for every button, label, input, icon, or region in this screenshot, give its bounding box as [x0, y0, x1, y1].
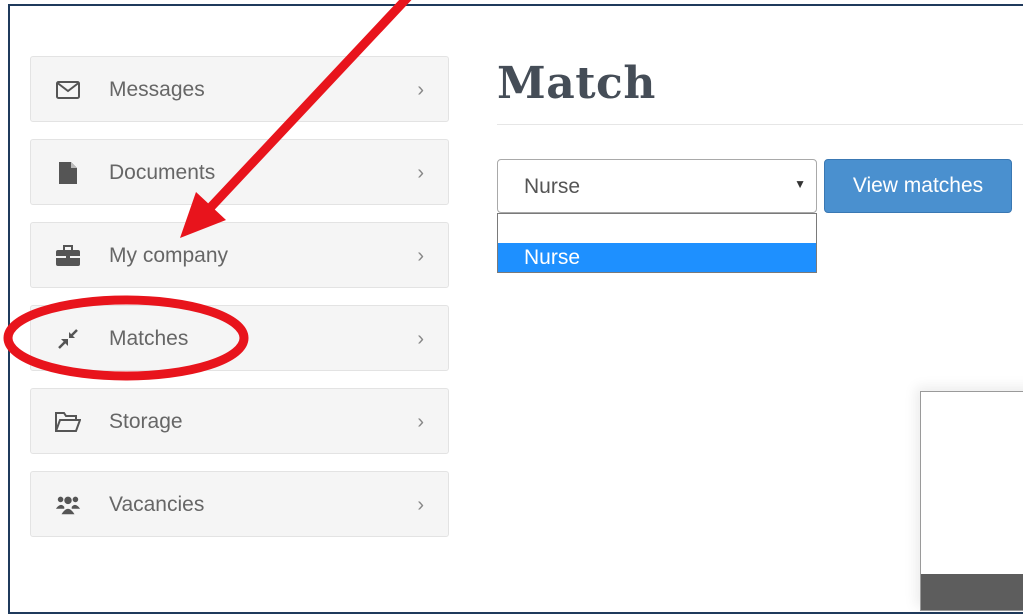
sidebar-item-messages[interactable]: Messages ›: [30, 56, 449, 122]
briefcase-icon: [55, 244, 81, 268]
sidebar-item-label: My company: [109, 244, 229, 267]
sidebar-item-label: Vacancies: [109, 493, 205, 516]
sidebar-menu: Messages › Documents › My company › Matc…: [30, 56, 449, 554]
folder-open-icon: [55, 410, 81, 434]
title-divider: [497, 124, 1023, 125]
dropdown-option-nurse[interactable]: Nurse: [498, 243, 816, 272]
document-icon: [55, 161, 81, 185]
popup-footer: [921, 574, 1023, 610]
chevron-right-icon: ›: [417, 411, 424, 433]
view-matches-button[interactable]: View matches: [824, 159, 1012, 213]
chevron-right-icon: ›: [417, 494, 424, 516]
vacancy-select-value: Nurse: [524, 175, 581, 198]
sidebar-item-label: Documents: [109, 161, 216, 184]
compress-arrows-icon: [55, 327, 81, 351]
sidebar-item-matches[interactable]: Matches ›: [30, 305, 449, 371]
chevron-right-icon: ›: [417, 328, 424, 350]
vacancy-select-dropdown: Nurse: [497, 213, 817, 273]
popup-panel: [920, 391, 1023, 611]
page-title: Match: [497, 58, 656, 109]
sidebar-item-label: Messages: [109, 78, 205, 101]
sidebar-item-label: Storage: [109, 410, 183, 433]
chevron-right-icon: ›: [417, 79, 424, 101]
sidebar-item-my-company[interactable]: My company ›: [30, 222, 449, 288]
chevron-right-icon: ›: [417, 162, 424, 184]
dropdown-option-empty[interactable]: [498, 214, 816, 243]
dropdown-arrow-icon: ▼: [794, 177, 806, 191]
vacancy-select[interactable]: Nurse ▼: [497, 159, 817, 213]
users-icon: [55, 493, 81, 517]
sidebar-item-documents[interactable]: Documents ›: [30, 139, 449, 205]
sidebar-item-vacancies[interactable]: Vacancies ›: [30, 471, 449, 537]
sidebar-item-storage[interactable]: Storage ›: [30, 388, 449, 454]
sidebar-item-label: Matches: [109, 327, 189, 350]
envelope-icon: [55, 78, 81, 102]
chevron-right-icon: ›: [417, 245, 424, 267]
